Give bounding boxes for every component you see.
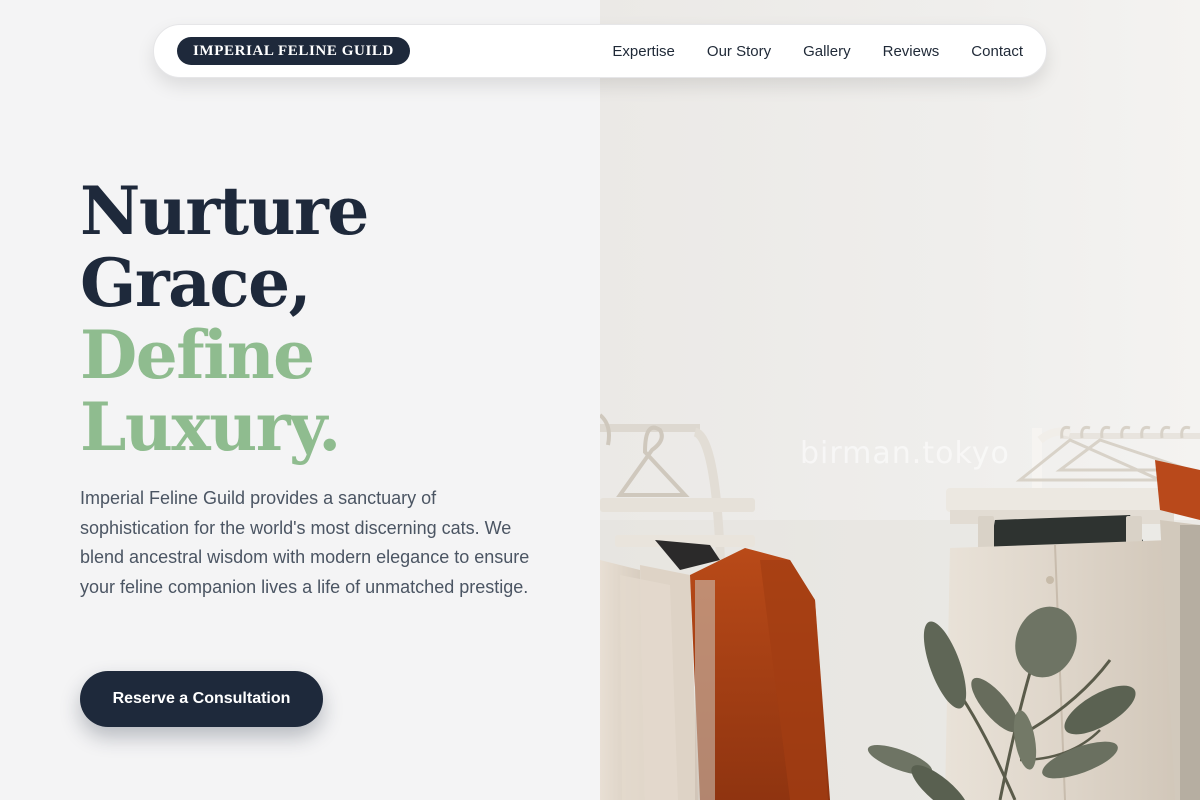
nav-link-gallery[interactable]: Gallery [803, 43, 851, 60]
nav-links: Expertise Our Story Gallery Reviews Cont… [612, 43, 1023, 60]
headline-line-2: Grace, [80, 244, 312, 322]
hero-description: Imperial Feline Guild provides a sanctua… [80, 488, 530, 597]
nav-link-expertise[interactable]: Expertise [612, 43, 675, 60]
headline-line-3: Define [80, 316, 315, 394]
nav-link-our-story[interactable]: Our Story [707, 43, 771, 60]
top-navigation: IMPERIAL FELINE GUILD Expertise Our Stor… [153, 24, 1047, 78]
nav-link-contact[interactable]: Contact [971, 43, 1023, 60]
nav-link-reviews[interactable]: Reviews [883, 43, 940, 60]
headline-line-4: Luxury. [80, 388, 341, 466]
clothing-rack-photo [600, 0, 1200, 800]
image-watermark: birman.tokyo [800, 436, 1010, 471]
hero-image: birman.tokyo [600, 0, 1200, 800]
headline-line-1: Nurture [80, 172, 369, 250]
reserve-consultation-button[interactable]: Reserve a Consultation [80, 671, 323, 727]
brand-logo[interactable]: IMPERIAL FELINE GUILD [177, 37, 410, 65]
hero-headline: Nurture Grace, Define Luxury. [80, 172, 369, 466]
